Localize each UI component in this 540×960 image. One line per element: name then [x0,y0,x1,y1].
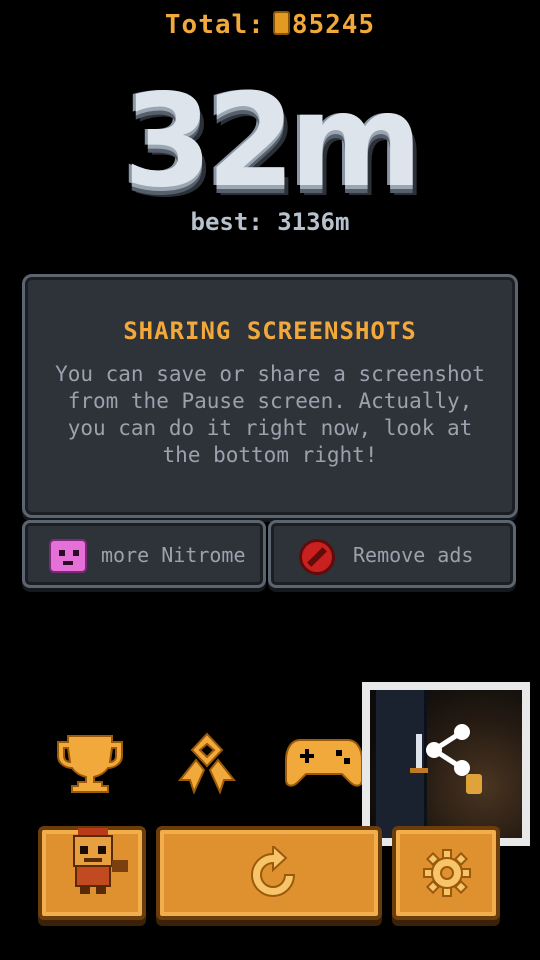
sword-icon [416,734,422,768]
trophy-icon[interactable] [56,734,124,798]
gear-icon [423,849,471,897]
character-icon [73,828,128,894]
total-label: Total: [164,10,265,40]
tip-body: You can save or share a screenshot from … [55,362,485,467]
coin-icon [272,11,290,35]
character-select-button[interactable] [38,826,146,920]
tip-panel: SHARING SCREENSHOTS You can save or shar… [22,274,518,518]
no-ads-icon [299,539,335,575]
replay-icon [251,846,296,897]
tip-title: SHARING SCREENSHOTS [123,317,417,345]
remove-ads-label: Remove ads [353,543,474,567]
replay-button[interactable] [156,826,382,920]
share-icon[interactable] [424,722,472,782]
more-nitrome-button[interactable]: more Nitrome [22,520,266,588]
settings-button[interactable] [392,826,500,920]
total-value: 85245 [291,10,376,40]
total-coins: Total: 85245 [0,10,540,40]
remove-ads-button[interactable]: Remove ads [268,520,516,588]
nitrome-logo-icon [49,539,87,573]
distance-score: 32m [123,67,423,216]
medal-icon[interactable] [174,732,240,800]
gamepad-icon[interactable] [284,736,364,794]
best-score: best: 3136m [190,208,350,236]
more-nitrome-label: more Nitrome [101,543,246,567]
